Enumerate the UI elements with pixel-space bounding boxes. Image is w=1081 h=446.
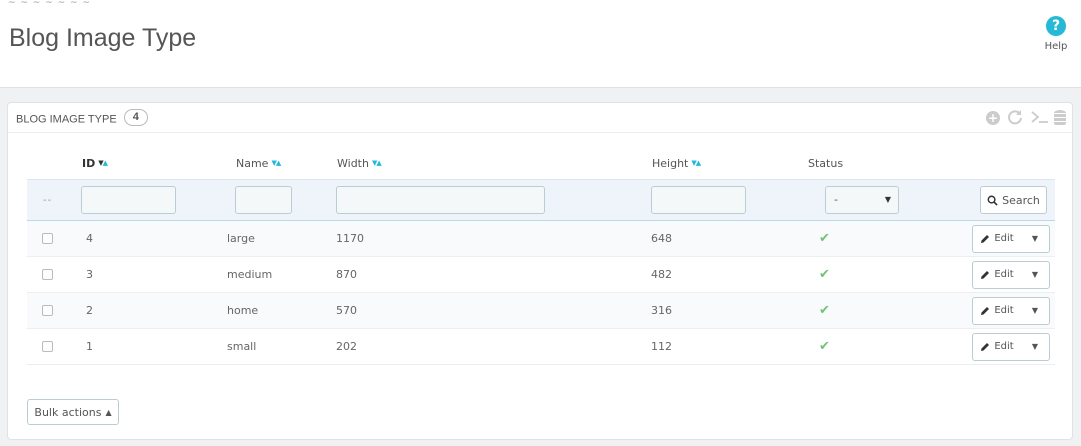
data-table: ID ▼▲ Name ▼▲ Width ▼▲ Height ▼▲ Status … [27,147,1055,365]
sort-icon[interactable]: ▼▲ [372,159,382,167]
panel-toolbar: + [986,109,1066,127]
refresh-icon[interactable] [1006,109,1024,127]
count-badge: 4 [123,109,148,126]
database-icon[interactable] [1054,110,1066,126]
terminal-icon[interactable] [1030,109,1048,127]
check-icon[interactable]: ✔ [819,339,830,354]
caret-up-icon: ▲ [105,407,112,417]
filter-id-input[interactable] [81,186,176,214]
cell-id: 2 [86,304,93,317]
chevron-down-icon: ▼ [1031,270,1039,279]
edit-dropdown-toggle[interactable]: ▼ [1021,262,1049,288]
edit-dropdown-toggle[interactable]: ▼ [1021,226,1049,252]
chevron-down-icon: ▼ [1031,342,1039,351]
cell-name: small [227,340,257,353]
column-header-height[interactable]: Height ▼▲ [652,147,701,179]
cell-name: home [227,304,259,317]
cell-name: large [227,232,255,245]
search-button-label: Search [1002,193,1040,207]
column-header-width[interactable]: Width ▼▲ [337,147,382,179]
check-icon[interactable]: ✔ [819,303,830,318]
page-header: ~ ~ ~ ~ ~ ~ ~ Blog Image Type ? Help [0,0,1081,88]
cell-height: 316 [651,304,672,317]
edit-button-group: Edit ▼ [972,332,1050,361]
cell-width: 1170 [336,232,364,245]
help-button[interactable]: ? Help [1039,16,1073,52]
search-icon [987,195,998,206]
page-title: Blog Image Type [9,24,197,52]
chevron-down-icon: ▼ [1031,306,1039,315]
column-header-status: Status [808,156,844,170]
filter-row-prefix: -- [43,194,53,206]
blog-image-type-panel: Blog Image Type 4 + ID ▼▲ Name ▼▲ [7,102,1073,440]
question-circle-icon: ? [1046,16,1066,36]
edit-button-group: Edit ▼ [972,296,1050,325]
edit-button-label: Edit [994,305,1014,316]
table-header-row: ID ▼▲ Name ▼▲ Width ▼▲ Height ▼▲ Status [27,147,1055,179]
row-checkbox[interactable] [42,341,53,352]
edit-dropdown-toggle[interactable]: ▼ [1021,334,1049,360]
bulk-actions-label: Bulk actions [34,405,102,419]
chevron-down-icon: ▼ [884,195,891,204]
panel-heading: Blog Image Type 4 + [8,103,1072,133]
filter-height-input[interactable] [651,186,746,214]
pencil-icon [981,234,990,243]
column-header-name[interactable]: Name ▼▲ [236,147,281,179]
table-row[interactable]: 2 home 570 316 ✔ Edit ▼ [27,293,1055,329]
bulk-actions-button[interactable]: Bulk actions ▲ [27,399,119,425]
plus-circle-icon[interactable]: + [986,111,1000,125]
edit-button[interactable]: Edit [973,226,1021,252]
sort-icon[interactable]: ▼▲ [271,159,281,167]
edit-button-label: Edit [994,269,1014,280]
filter-row: -- - ▼ Search [27,179,1055,221]
cell-width: 570 [336,304,357,317]
cell-id: 3 [86,268,93,281]
search-button[interactable]: Search [980,186,1047,214]
filter-status-select[interactable]: - ▼ [825,186,899,214]
row-checkbox[interactable] [42,269,53,280]
column-header-id[interactable]: ID ▼▲ [82,147,108,179]
breadcrumb[interactable]: ~ ~ ~ ~ ~ ~ ~ [8,0,91,10]
edit-button[interactable]: Edit [973,262,1021,288]
cell-width: 870 [336,268,357,281]
edit-button-group: Edit ▼ [972,224,1050,253]
cell-height: 648 [651,232,672,245]
edit-button[interactable]: Edit [973,298,1021,324]
row-checkbox[interactable] [42,233,53,244]
table-row[interactable]: 3 medium 870 482 ✔ Edit ▼ [27,257,1055,293]
panel-title-text: Blog Image Type [16,113,117,126]
cell-id: 1 [86,340,93,353]
table-row[interactable]: 1 small 202 112 ✔ Edit ▼ [27,329,1055,365]
cell-height: 482 [651,268,672,281]
pencil-icon [981,342,990,351]
filter-name-input[interactable] [235,186,292,214]
table-row[interactable]: 4 large 1170 648 ✔ Edit ▼ [27,221,1055,257]
pencil-icon [981,306,990,315]
cell-id: 4 [86,232,93,245]
panel-title: Blog Image Type 4 [16,109,148,128]
filter-width-input[interactable] [336,186,545,214]
filter-status-value: - [834,193,838,206]
cell-width: 202 [336,340,357,353]
edit-button[interactable]: Edit [973,334,1021,360]
row-checkbox[interactable] [42,305,53,316]
help-label: Help [1044,41,1068,52]
chevron-down-icon: ▼ [1031,234,1039,243]
cell-height: 112 [651,340,672,353]
edit-button-label: Edit [994,341,1014,352]
check-icon[interactable]: ✔ [819,267,830,282]
edit-button-group: Edit ▼ [972,260,1050,289]
check-icon[interactable]: ✔ [819,231,830,246]
edit-dropdown-toggle[interactable]: ▼ [1021,298,1049,324]
sort-icon[interactable]: ▼▲ [98,159,108,167]
pencil-icon [981,270,990,279]
table-body: 4 large 1170 648 ✔ Edit ▼ 3 medium 870 4… [27,221,1055,365]
sort-icon[interactable]: ▼▲ [691,159,701,167]
cell-name: medium [227,268,273,281]
edit-button-label: Edit [994,233,1014,244]
